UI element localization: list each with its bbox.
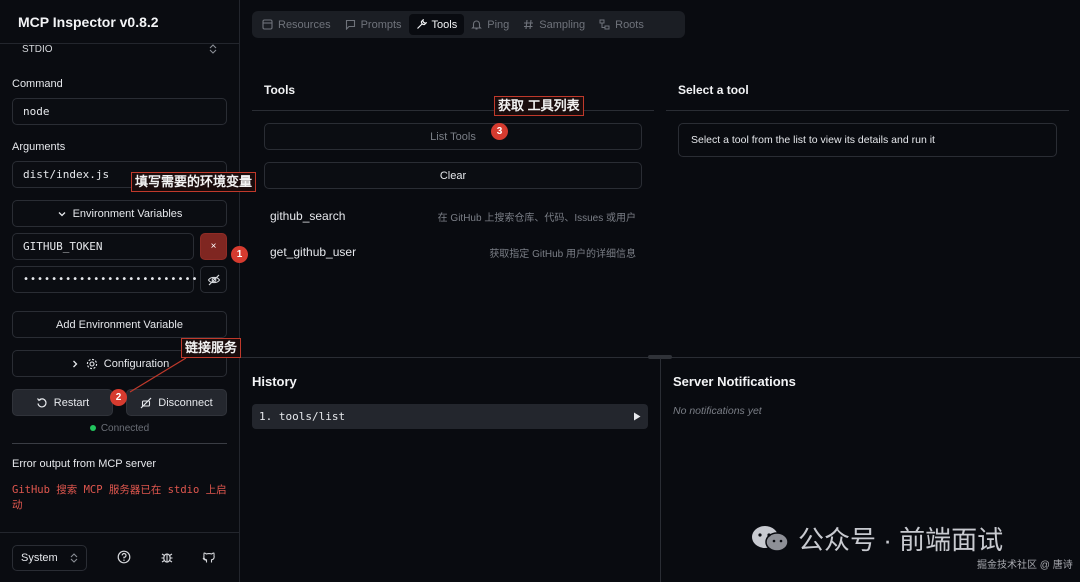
clear-button[interactable]: Clear (264, 162, 642, 189)
gear-icon (86, 358, 98, 370)
annotation-env: 填写需要的环境变量 (131, 172, 257, 192)
tab-bar: Resources Prompts Tools Ping Sampling Ro… (252, 11, 685, 38)
unplug-icon (140, 397, 152, 409)
tab-tools[interactable]: Tools (408, 14, 465, 35)
tab-resources[interactable]: Resources (255, 14, 338, 35)
restart-button[interactable]: Restart (12, 389, 113, 416)
annotation-badge-1: 1 (231, 246, 248, 263)
tab-sampling[interactable]: Sampling (516, 14, 592, 35)
eye-off-icon (207, 273, 221, 287)
remove-env-button[interactable]: × (200, 233, 227, 260)
resources-icon (262, 19, 273, 30)
hash-icon (523, 19, 534, 30)
tool-description: 在 GitHub 上搜索仓库、代码、Issues 或用户 (437, 212, 636, 224)
help-icon[interactable] (117, 550, 133, 566)
connection-status: Connected (12, 423, 227, 434)
error-output-text: GitHub 搜索 MCP 服务器已在 stdio 上启动 (12, 484, 227, 511)
status-dot-icon (89, 425, 96, 432)
status-text: Connected (100, 423, 150, 434)
environment-variables-toggle[interactable]: Environment Variables (12, 200, 227, 227)
chevron-right-icon (70, 359, 80, 369)
wechat-icon (750, 524, 790, 554)
prompts-icon (345, 19, 356, 30)
add-environment-variable-button[interactable]: Add Environment Variable (12, 311, 227, 338)
annotation-list-tools: 获取 工具列表 (494, 96, 584, 116)
env-key-input[interactable]: GITHUB_TOKEN (12, 233, 194, 260)
chevron-updown-icon (209, 44, 217, 54)
tool-item-github-search[interactable]: github_search 在 GitHub 上搜索仓库、代码、Issues 或… (264, 204, 642, 228)
env-value-input[interactable]: •••••••••••••••••••••••••••• (12, 266, 219, 293)
detail-panel-divider (666, 110, 1069, 111)
restart-icon (36, 397, 48, 409)
disconnect-label: Disconnect (158, 396, 213, 409)
transport-select[interactable]: STDIO (12, 40, 227, 58)
tab-tools-label: Tools (431, 18, 458, 31)
tools-panel-divider (252, 110, 654, 111)
sidebar-divider (12, 443, 227, 444)
annotation-badge-3: 3 (491, 123, 508, 140)
chevron-updown-icon (70, 553, 78, 563)
restart-label: Restart (53, 396, 90, 409)
history-item[interactable]: 1. tools/list (252, 404, 648, 429)
toggle-visibility-button[interactable] (200, 266, 227, 293)
bottom-divider (660, 358, 661, 582)
theme-value: System (21, 552, 58, 564)
watermark: 公众号 · 前端面试 (750, 520, 1003, 557)
app-title: MCP Inspector v0.8.2 (0, 0, 239, 44)
detail-hint: Select a tool from the list to view its … (678, 123, 1057, 157)
tool-description: 获取指定 GitHub 用户的详细信息 (489, 248, 636, 260)
tab-resources-label: Resources (278, 18, 331, 31)
history-title: History (252, 374, 297, 389)
notifications-title: Server Notifications (673, 374, 796, 389)
environment-variables-label: Environment Variables (72, 207, 183, 220)
play-icon (633, 412, 641, 421)
error-output-title: Error output from MCP server (12, 458, 157, 470)
annotation-pointer (129, 357, 187, 393)
theme-select[interactable]: System (12, 545, 87, 571)
tab-roots-label: Roots (615, 18, 644, 31)
detail-panel-title: Select a tool (678, 83, 749, 97)
tab-prompts-label: Prompts (360, 18, 402, 31)
github-icon[interactable] (202, 550, 218, 566)
watermark-text: 公众号 · 前端面试 (798, 525, 1004, 555)
tab-roots[interactable]: Roots (592, 14, 651, 35)
history-item-label: 1. tools/list (259, 410, 346, 423)
chevron-down-icon (57, 209, 67, 219)
tool-name: get_github_user (270, 245, 357, 259)
tab-ping-label: Ping (487, 18, 510, 31)
command-label: Command (12, 78, 63, 90)
command-input[interactable]: node (12, 98, 227, 125)
watermark-subtext: 掘金技术社区 @ 唐诗 (977, 560, 1073, 571)
tools-icon (416, 19, 427, 30)
notifications-empty: No notifications yet (673, 405, 762, 417)
transport-value: STDIO (22, 43, 53, 55)
bug-icon[interactable] (160, 550, 176, 566)
bell-icon (471, 19, 483, 30)
tool-item-get-github-user[interactable]: get_github_user 获取指定 GitHub 用户的详细信息 (264, 240, 642, 264)
tools-panel-title: Tools (264, 83, 296, 97)
tab-ping[interactable]: Ping (464, 14, 516, 35)
list-tools-button[interactable]: List Tools (264, 123, 642, 150)
roots-icon (599, 19, 610, 30)
tab-prompts[interactable]: Prompts (338, 14, 409, 35)
sidebar: MCP Inspector v0.8.2 STDIO Command node … (0, 0, 240, 582)
annotation-connect: 链接服务 (181, 338, 242, 358)
arguments-label: Arguments (12, 141, 66, 153)
tool-name: github_search (270, 209, 346, 223)
annotation-badge-2: 2 (110, 389, 127, 406)
sidebar-footer: System (0, 532, 239, 582)
tab-sampling-label: Sampling (539, 18, 586, 31)
